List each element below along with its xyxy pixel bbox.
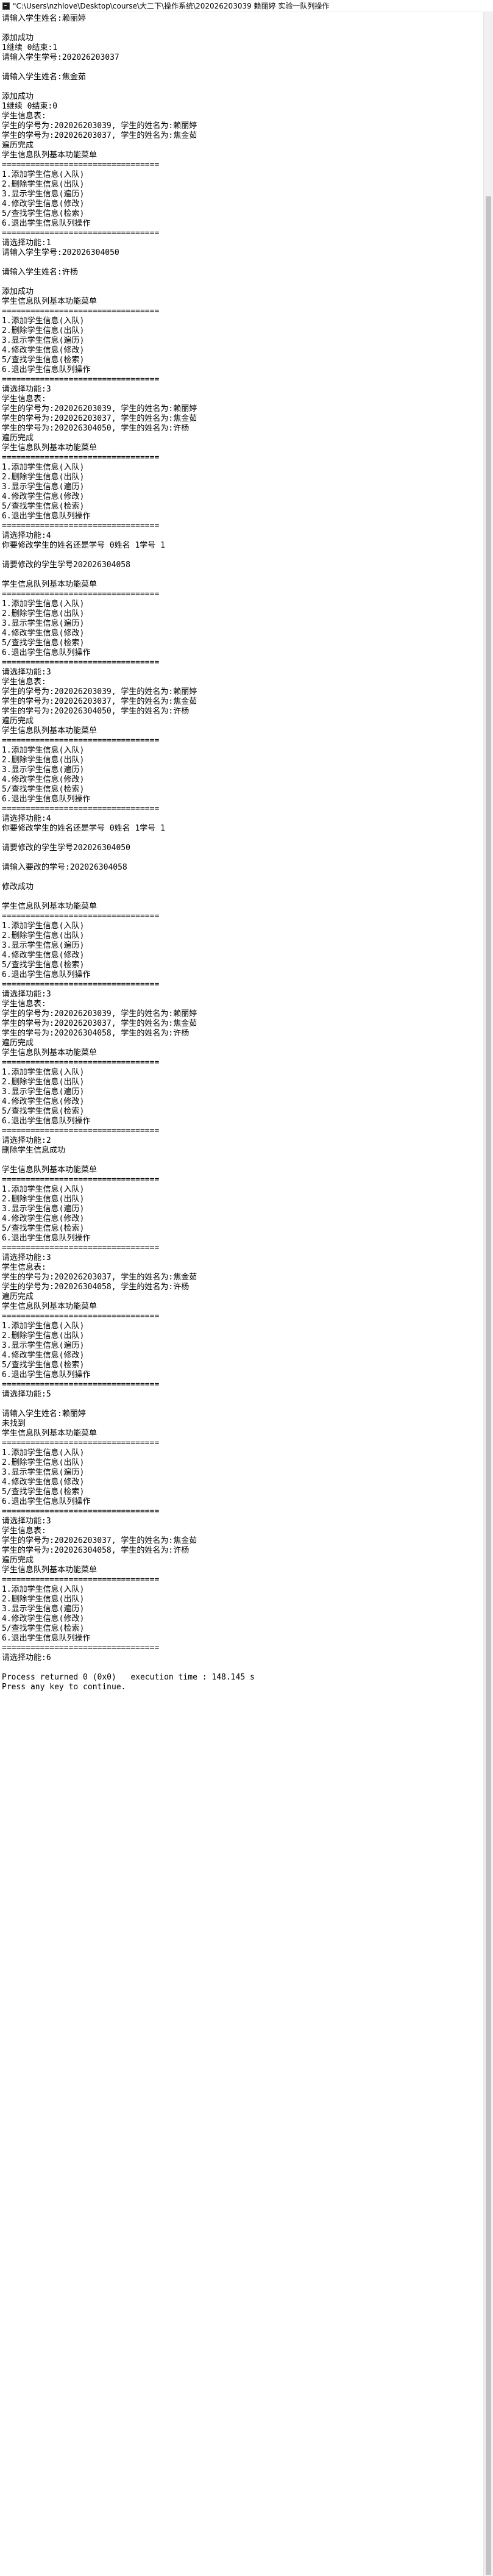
console-app-icon <box>2 2 10 10</box>
console-area[interactable]: 请输入学生姓名:赖丽婷 添加成功 1继续 0结束:1 请输入学生学号:20202… <box>0 12 493 2576</box>
console-window: "C:\Users\nzhlove\Desktop\course\大二下\操作系… <box>0 0 493 2576</box>
console-output[interactable]: 请输入学生姓名:赖丽婷 添加成功 1继续 0结束:1 请输入学生学号:20202… <box>0 12 483 1692</box>
window-title: "C:\Users\nzhlove\Desktop\course\大二下\操作系… <box>13 2 330 10</box>
title-bar[interactable]: "C:\Users\nzhlove\Desktop\course\大二下\操作系… <box>0 0 493 12</box>
vertical-scrollbar[interactable] <box>483 12 493 2576</box>
scrollbar-thumb[interactable] <box>486 196 491 2575</box>
